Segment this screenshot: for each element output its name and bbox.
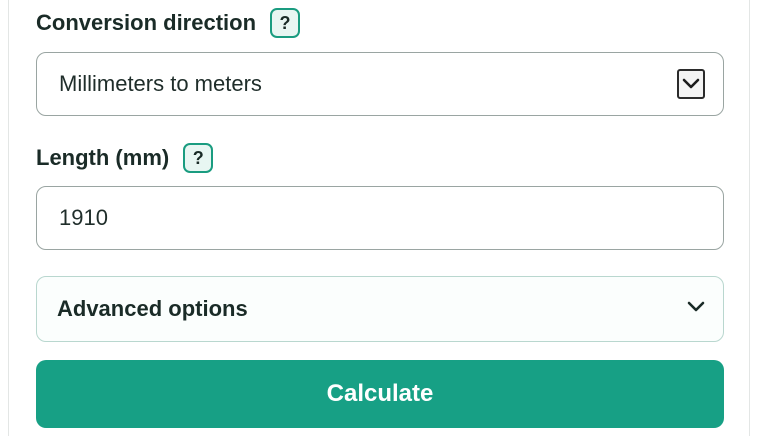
length-input[interactable]: 1910 <box>36 186 724 250</box>
length-label-row: Length (mm) ? <box>36 143 214 173</box>
length-label: Length (mm) <box>36 145 170 170</box>
direction-select-value: Millimeters to meters <box>59 71 262 96</box>
chevron-down-glyph <box>682 78 700 89</box>
direction-label-row: Conversion direction ? <box>36 8 301 38</box>
length-input-value: 1910 <box>59 205 108 230</box>
chevron-down-icon[interactable] <box>677 69 705 99</box>
advanced-options-toggle[interactable]: Advanced options <box>36 276 724 342</box>
calculate-button[interactable]: Calculate <box>36 360 724 428</box>
direction-label: Conversion direction <box>36 10 257 35</box>
chevron-down-icon <box>687 301 705 312</box>
direction-select[interactable]: Millimeters to meters <box>36 52 724 116</box>
direction-help-button[interactable]: ? <box>270 8 301 38</box>
length-help-button[interactable]: ? <box>183 143 214 173</box>
advanced-options-label: Advanced options <box>57 296 248 321</box>
